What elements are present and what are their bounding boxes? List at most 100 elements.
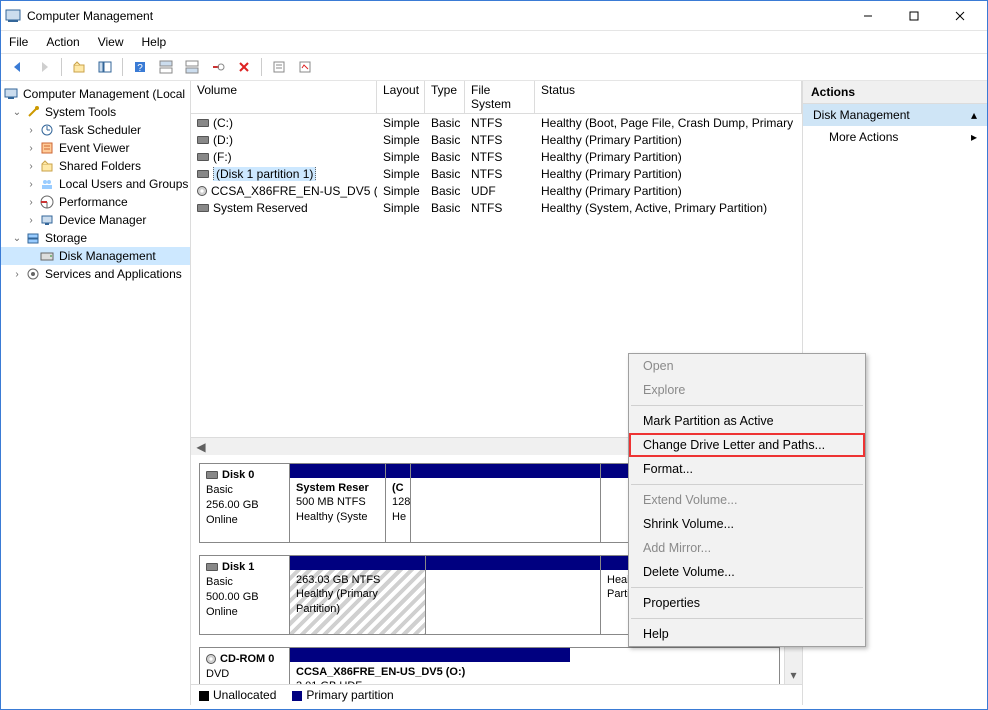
partition-body bbox=[411, 478, 600, 542]
services-icon bbox=[25, 266, 41, 282]
disk-mgmt-icon bbox=[39, 248, 55, 264]
actions-title[interactable]: Disk Management ▴ bbox=[803, 104, 987, 126]
menu-file[interactable]: File bbox=[9, 35, 28, 49]
show-hide-tree-button[interactable] bbox=[94, 56, 116, 78]
menu-help[interactable]: Help bbox=[142, 35, 167, 49]
context-menu[interactable]: OpenExploreMark Partition as ActiveChang… bbox=[628, 353, 866, 647]
menu-view[interactable]: View bbox=[98, 35, 124, 49]
delete-button[interactable] bbox=[233, 56, 255, 78]
expand-icon[interactable]: › bbox=[25, 215, 37, 226]
expand-icon[interactable]: › bbox=[25, 143, 37, 154]
volume-row[interactable]: System ReservedSimpleBasicNTFSHealthy (S… bbox=[191, 199, 802, 216]
volume-name: (D:) bbox=[213, 133, 233, 147]
context-item[interactable]: Change Drive Letter and Paths... bbox=[629, 433, 865, 457]
volume-row[interactable]: (Disk 1 partition 1)SimpleBasicNTFSHealt… bbox=[191, 165, 802, 182]
expand-icon[interactable]: › bbox=[25, 161, 37, 172]
menu-action[interactable]: Action bbox=[46, 35, 79, 49]
view-bottom-button[interactable] bbox=[181, 56, 203, 78]
volume-name: System Reserved bbox=[213, 201, 308, 215]
disk-block[interactable]: CD-ROM 0DVD3.01 GBOnlineCCSA_X86FRE_EN-U… bbox=[199, 647, 780, 684]
tree-item[interactable]: ›Performance bbox=[1, 193, 190, 211]
legend-unallocated: Unallocated bbox=[199, 688, 276, 702]
minimize-button[interactable] bbox=[845, 2, 891, 30]
volume-row[interactable]: CCSA_X86FRE_EN-US_DV5 (O:)SimpleBasicUDF… bbox=[191, 182, 802, 199]
settings-button[interactable] bbox=[207, 56, 229, 78]
tree-services[interactable]: › Services and Applications bbox=[1, 265, 190, 283]
context-item[interactable]: Delete Volume... bbox=[629, 560, 865, 584]
collapse-icon[interactable]: ▴ bbox=[971, 108, 977, 122]
view-top-button[interactable] bbox=[155, 56, 177, 78]
partition[interactable]: CCSA_X86FRE_EN-US_DV5 (O:)3.01 GB UDFHea… bbox=[290, 648, 570, 684]
volume-list[interactable]: Volume Layout Type File System Status (C… bbox=[191, 81, 802, 216]
volume-name: CCSA_X86FRE_EN-US_DV5 (O:) bbox=[211, 184, 377, 198]
context-item[interactable]: Help bbox=[629, 622, 865, 646]
partition[interactable]: (C128He bbox=[385, 464, 410, 542]
disk-size: 256.00 GB bbox=[206, 499, 259, 511]
disk-size: 500.00 GB bbox=[206, 591, 259, 603]
partition[interactable]: System Reser500 MB NTFSHealthy (Syste bbox=[290, 464, 385, 542]
partition[interactable] bbox=[425, 556, 600, 634]
tree-storage[interactable]: ⌄ Storage bbox=[1, 229, 190, 247]
actions-more-label: More Actions bbox=[829, 130, 898, 144]
tree-item[interactable]: ›Device Manager bbox=[1, 211, 190, 229]
volume-layout: Simple bbox=[377, 201, 425, 215]
volume-fs: NTFS bbox=[465, 201, 535, 215]
cd-icon bbox=[206, 654, 216, 664]
close-button[interactable] bbox=[937, 2, 983, 30]
up-button[interactable] bbox=[68, 56, 90, 78]
navigation-tree[interactable]: Computer Management (Local ⌄ System Tool… bbox=[1, 81, 191, 705]
tree-item-icon bbox=[39, 194, 55, 210]
volume-row[interactable]: (C:)SimpleBasicNTFSHealthy (Boot, Page F… bbox=[191, 114, 802, 131]
disk-kind: DVD bbox=[206, 668, 229, 680]
context-item[interactable]: Properties bbox=[629, 591, 865, 615]
properties-button[interactable] bbox=[268, 56, 290, 78]
maximize-button[interactable] bbox=[891, 2, 937, 30]
tree-system-tools[interactable]: ⌄ System Tools bbox=[1, 103, 190, 121]
context-item[interactable]: Format... bbox=[629, 457, 865, 481]
computer-icon bbox=[3, 86, 19, 102]
tree-root[interactable]: Computer Management (Local bbox=[1, 85, 190, 103]
scroll-down-icon[interactable]: ▾ bbox=[787, 668, 801, 682]
window-title: Computer Management bbox=[27, 9, 153, 23]
partition[interactable]: 263.03 GB NTFSHealthy (Primary Partition… bbox=[290, 556, 425, 634]
volume-type: Basic bbox=[425, 184, 465, 198]
tree-disk-management[interactable]: Disk Management bbox=[1, 247, 190, 265]
context-item[interactable]: Shrink Volume... bbox=[629, 512, 865, 536]
partition-bar bbox=[411, 464, 600, 478]
expand-icon[interactable]: › bbox=[25, 125, 37, 136]
disk-icon bbox=[197, 153, 209, 161]
expand-icon[interactable]: › bbox=[25, 179, 37, 190]
volume-row[interactable]: (D:)SimpleBasicNTFSHealthy (Primary Part… bbox=[191, 131, 802, 148]
tree-item[interactable]: ›Local Users and Groups bbox=[1, 175, 190, 193]
tree-item[interactable]: ›Task Scheduler bbox=[1, 121, 190, 139]
cd-icon bbox=[197, 186, 207, 196]
col-status[interactable]: Status bbox=[535, 81, 802, 113]
forward-button[interactable] bbox=[33, 56, 55, 78]
col-layout[interactable]: Layout bbox=[377, 81, 425, 113]
expand-icon[interactable]: › bbox=[25, 197, 37, 208]
expand-icon[interactable]: › bbox=[11, 269, 23, 280]
back-button[interactable] bbox=[7, 56, 29, 78]
collapse-icon[interactable]: ⌄ bbox=[11, 233, 23, 244]
actions-more[interactable]: More Actions ▸ bbox=[803, 126, 987, 148]
volume-status: Healthy (Primary Partition) bbox=[535, 150, 802, 164]
volume-status: Healthy (Primary Partition) bbox=[535, 184, 802, 198]
tree-item[interactable]: ›Event Viewer bbox=[1, 139, 190, 157]
volume-type: Basic bbox=[425, 133, 465, 147]
volume-list-header[interactable]: Volume Layout Type File System Status bbox=[191, 81, 802, 114]
disk-info: CD-ROM 0DVD3.01 GBOnline bbox=[200, 648, 290, 684]
disk-state: Online bbox=[206, 514, 238, 526]
properties2-button[interactable] bbox=[294, 56, 316, 78]
volume-fs: UDF bbox=[465, 184, 535, 198]
col-volume[interactable]: Volume bbox=[191, 81, 377, 113]
tree-item[interactable]: ›Shared Folders bbox=[1, 157, 190, 175]
collapse-icon[interactable]: ⌄ bbox=[11, 107, 23, 118]
col-filesystem[interactable]: File System bbox=[465, 81, 535, 113]
context-separator bbox=[631, 484, 863, 485]
context-item[interactable]: Mark Partition as Active bbox=[629, 409, 865, 433]
volume-row[interactable]: (F:)SimpleBasicNTFSHealthy (Primary Part… bbox=[191, 148, 802, 165]
partition[interactable] bbox=[410, 464, 600, 542]
scroll-left-icon[interactable]: ◀ bbox=[193, 440, 209, 454]
help-button[interactable]: ? bbox=[129, 56, 151, 78]
col-type[interactable]: Type bbox=[425, 81, 465, 113]
